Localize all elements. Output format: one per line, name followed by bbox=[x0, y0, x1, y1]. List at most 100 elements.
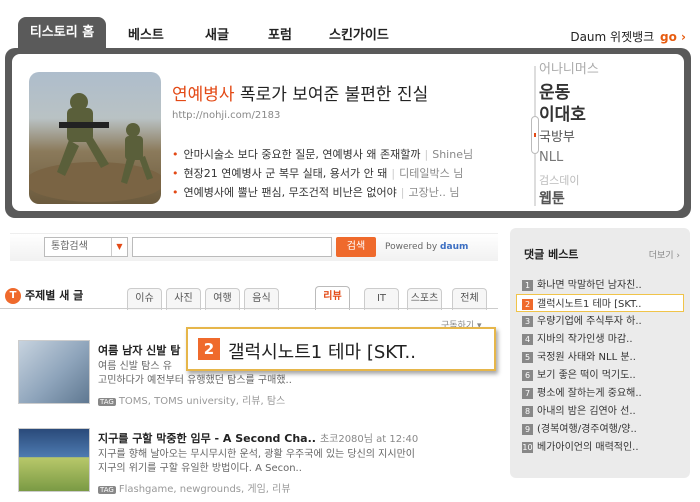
related-post-text: 연예병사에 뿔난 팬심, 무조건적 비난은 없어야 bbox=[183, 186, 397, 199]
keyword-scrollbar[interactable] bbox=[531, 66, 539, 206]
keyword[interactable]: 이대호 bbox=[539, 100, 586, 125]
top-nav: 티스토리 홈 베스트 새글 포럼 스킨가이드 Daum 위젯뱅크 go › bbox=[0, 0, 700, 49]
related-post[interactable]: • 현장21 연예병사 군 복무 실태, 용서가 안 돼 | 디테일박스 님 bbox=[172, 165, 473, 184]
keyword[interactable]: 검스데이 bbox=[539, 172, 579, 188]
related-post[interactable]: • 안마시술소 보다 중요한 질문, 연예병사 왜 존재할까 | Shine님 bbox=[172, 146, 473, 165]
widget-bank-label: Daum 위젯뱅크 bbox=[570, 30, 655, 44]
keyword[interactable]: NLL bbox=[539, 150, 563, 165]
best-item-selected[interactable]: 2 갤럭시노트1 테마 [SKT.. bbox=[516, 294, 684, 312]
post-title[interactable]: 여름 남자 신발 탐 bbox=[98, 342, 184, 358]
rank-badge: 10 bbox=[522, 441, 533, 453]
related-post-author: 고장난.. 님 bbox=[408, 186, 460, 199]
post-tags-text: TOMS, TOMS university, 리뷰, 탐스 bbox=[118, 396, 286, 407]
keyword[interactable]: 어나니머스 bbox=[539, 58, 599, 77]
tab-it[interactable]: IT bbox=[364, 288, 399, 310]
best-item-text: 보기 좋은 떡이 먹기도.. bbox=[537, 370, 636, 381]
best-item[interactable]: 7 평소에 잘하는게 중요해.. bbox=[522, 384, 684, 402]
tab-all[interactable]: 전체 bbox=[452, 288, 487, 310]
rank-badge: 8 bbox=[522, 405, 533, 417]
tab-sports[interactable]: 스포츠 bbox=[407, 288, 442, 310]
post-title[interactable]: 지구를 구할 막중한 임무 - A Second Cha.. 초코2080님 at… bbox=[98, 430, 418, 446]
tab-new-posts[interactable]: 새글 bbox=[205, 24, 229, 43]
post-title-text: 여름 남자 신발 탐 bbox=[98, 344, 181, 357]
page-root: 티스토리 홈 베스트 새글 포럼 스킨가이드 Daum 위젯뱅크 go › 연예… bbox=[0, 0, 700, 502]
rank-badge: 7 bbox=[522, 387, 533, 399]
daum-logo: daum bbox=[440, 242, 469, 252]
featured-url[interactable]: http://nohji.com/2183 bbox=[172, 110, 280, 121]
best-item[interactable]: 10 베가아이언의 매력적인.. bbox=[522, 438, 684, 456]
keyword[interactable]: 국방부 bbox=[539, 126, 575, 145]
comment-best-panel: 댓글 베스트 더보기 › 1 화나면 막말하던 남자친.. 2 갤럭시노트1 테마 … bbox=[510, 228, 690, 478]
best-item-text: 우량기업에 주식투자 하.. bbox=[537, 316, 642, 327]
chevron-down-icon: ▼ bbox=[111, 238, 127, 256]
related-post-text: 현장21 연예병사 군 복무 실태, 용서가 안 돼 bbox=[183, 167, 388, 180]
related-post-author: Shine님 bbox=[432, 148, 474, 161]
tab-forum[interactable]: 포럼 bbox=[268, 24, 292, 43]
best-item-text: 지바의 작가인생 마감.. bbox=[537, 334, 633, 345]
post-excerpt-line: 고민하다가 예전부터 유행했던 탐스를 구매했.. bbox=[98, 375, 292, 386]
featured-title-highlight: 연예병사 bbox=[172, 85, 235, 105]
comment-best-title: 댓글 베스트 bbox=[524, 248, 579, 261]
rank-badge: 1 bbox=[522, 279, 533, 291]
scroll-thumb[interactable] bbox=[531, 116, 539, 154]
topic-title-text: 주제별 새 글 bbox=[25, 289, 84, 302]
related-post[interactable]: • 연예병사에 뿔난 팬심, 무조건적 비난은 없어야 | 고장난.. 님 bbox=[172, 184, 473, 203]
tab-divider bbox=[0, 308, 498, 309]
keyword-rolling-list: 어나니머스 운동 이대호 국방부 NLL 검스데이 웹툰 bbox=[531, 54, 681, 211]
best-item-text: 갤럭시노트1 테마 [SKT.. bbox=[537, 299, 642, 310]
tab-issue[interactable]: 이슈 bbox=[127, 288, 162, 310]
post-excerpt-line: 지구를 향해 날아오는 무시무시한 운석, 광활 우주국에 있는 당신의 지시만… bbox=[98, 449, 415, 460]
post-meta: 초코2080님 at 12:40 bbox=[319, 434, 419, 445]
tab-tistory-home[interactable]: 티스토리 홈 bbox=[18, 17, 106, 49]
best-item[interactable]: 3 우량기업에 주식투자 하.. bbox=[522, 312, 684, 330]
related-posts-list: • 안마시술소 보다 중요한 질문, 연예병사 왜 존재할까 | Shine님 • 현장… bbox=[172, 146, 473, 203]
topic-section-title: T 주제별 새 글 bbox=[5, 287, 83, 304]
post-title-text: 지구를 구할 막중한 임무 - A Second Cha.. bbox=[98, 432, 316, 445]
widget-bank-link[interactable]: Daum 위젯뱅크 go › bbox=[570, 28, 686, 45]
featured-title[interactable]: 연예병사 폭로가 보여준 불편한 진실 bbox=[172, 80, 428, 105]
post-tags: TAG Flashgame, newgrounds, 게임, 리뷰 bbox=[98, 480, 291, 495]
tab-best[interactable]: 베스트 bbox=[128, 24, 164, 43]
comment-best-list: 1 화나면 막말하던 남자친.. 2 갤럭시노트1 테마 [SKT.. 3 우량기업에… bbox=[516, 276, 684, 456]
best-item-text: 국정원 사태와 NLL 분.. bbox=[537, 352, 636, 363]
best-item[interactable]: 8 아내의 밤은 김연아 선.. bbox=[522, 402, 684, 420]
best-item[interactable]: 4 지바의 작가인생 마감.. bbox=[522, 330, 684, 348]
search-bar: 통합검색 ▼ 검색 Powered by daum bbox=[10, 233, 498, 261]
post-excerpt: 지구를 향해 날아오는 무시무시한 운석, 광활 우주국에 있는 당신의 지시만… bbox=[98, 448, 498, 476]
related-post-author: 디테일박스 님 bbox=[399, 167, 464, 180]
tag-icon: TAG bbox=[98, 398, 116, 406]
post-excerpt-line: 여름 신발 탐스 유 bbox=[98, 361, 172, 372]
featured-panel-inner: 연예병사 폭로가 보여준 불편한 진실 http://nohji.com/218… bbox=[12, 54, 684, 211]
post-thumbnail[interactable] bbox=[18, 340, 90, 404]
tab-travel[interactable]: 여행 bbox=[205, 288, 240, 310]
rank-badge: 4 bbox=[522, 333, 533, 345]
rank-badge: 3 bbox=[522, 315, 533, 327]
best-item[interactable]: 6 보기 좋은 떡이 먹기도.. bbox=[522, 366, 684, 384]
best-item-text: 베가아이언의 매력적인.. bbox=[537, 442, 639, 453]
best-item-text: (경복여행/경주여행/양.. bbox=[537, 424, 637, 435]
post-thumbnail[interactable] bbox=[18, 428, 90, 492]
best-item[interactable]: 9 (경복여행/경주여행/양.. bbox=[522, 420, 684, 438]
tag-icon: TAG bbox=[98, 486, 116, 494]
best-item-text: 아내의 밤은 김연아 선.. bbox=[537, 406, 636, 417]
best-item[interactable]: 1 화나면 막말하던 남자친.. bbox=[522, 276, 684, 294]
go-label: go › bbox=[660, 30, 686, 44]
rank-badge: 5 bbox=[522, 351, 533, 363]
tab-review[interactable]: 리뷰 bbox=[315, 286, 350, 310]
search-button[interactable]: 검색 bbox=[336, 237, 376, 257]
best-item[interactable]: 5 국정원 사태와 NLL 분.. bbox=[522, 348, 684, 366]
topic-icon: T bbox=[5, 288, 21, 304]
rank-badge: 2 bbox=[522, 298, 533, 310]
tab-photo[interactable]: 사진 bbox=[166, 288, 201, 310]
search-input[interactable] bbox=[132, 237, 332, 257]
search-scope-select[interactable]: 통합검색 ▼ bbox=[44, 237, 128, 257]
best-item-text: 평소에 잘하는게 중요해.. bbox=[537, 388, 642, 399]
tab-food[interactable]: 음식 bbox=[244, 288, 279, 310]
more-link[interactable]: 더보기 › bbox=[649, 248, 680, 261]
tab-skin-guide[interactable]: 스킨가이드 bbox=[329, 24, 389, 43]
featured-image[interactable] bbox=[29, 72, 161, 204]
featured-panel: 연예병사 폭로가 보여준 불편한 진실 http://nohji.com/218… bbox=[5, 48, 691, 218]
post-tags-text: Flashgame, newgrounds, 게임, 리뷰 bbox=[118, 484, 291, 495]
keyword[interactable]: 웹툰 bbox=[539, 188, 565, 208]
tooltip-text: 갤럭시노트1 테마 [SKT.. bbox=[228, 342, 416, 363]
